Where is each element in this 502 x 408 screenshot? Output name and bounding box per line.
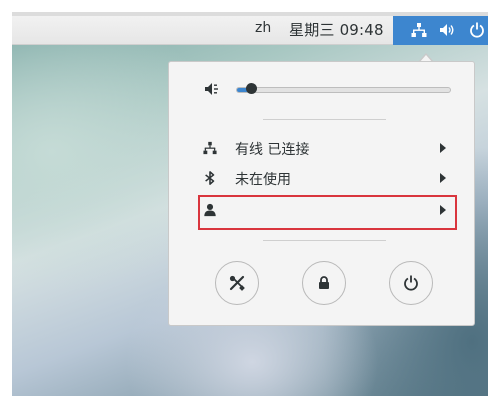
network-wired-icon bbox=[203, 141, 217, 155]
clock[interactable]: 星期三 09:48 bbox=[289, 19, 384, 40]
menu-item-label: 未在使用 bbox=[235, 172, 291, 188]
chevron-right-icon bbox=[440, 173, 446, 183]
menu-separator bbox=[263, 119, 386, 120]
lock-icon bbox=[319, 276, 329, 289]
menu-item-bluetooth[interactable]: 未在使用 bbox=[195, 164, 457, 192]
network-wired-icon bbox=[411, 23, 427, 37]
menu-item-label: 有线 已连接 bbox=[235, 142, 310, 158]
volume-slider[interactable] bbox=[236, 87, 451, 93]
chevron-right-icon bbox=[440, 143, 446, 153]
power-icon bbox=[404, 275, 418, 291]
annotation-highlight bbox=[198, 195, 457, 230]
settings-tools-icon bbox=[229, 275, 245, 291]
speaker-muted-icon[interactable] bbox=[204, 81, 220, 97]
menu-separator bbox=[263, 240, 386, 241]
volume-slider-handle[interactable] bbox=[246, 83, 257, 94]
system-status-area[interactable] bbox=[393, 16, 488, 45]
top-bar: zh 星期三 09:48 bbox=[12, 12, 488, 45]
power-off-button[interactable] bbox=[389, 261, 433, 305]
settings-button[interactable] bbox=[215, 261, 259, 305]
menu-item-wired-network[interactable]: 有线 已连接 bbox=[195, 134, 457, 162]
input-language-indicator[interactable]: zh bbox=[255, 20, 271, 36]
speaker-volume-icon bbox=[440, 24, 454, 36]
system-menu: 有线 已连接 未在使用 bbox=[168, 61, 475, 326]
bluetooth-icon bbox=[205, 171, 215, 185]
power-icon bbox=[470, 22, 484, 38]
lock-button[interactable] bbox=[302, 261, 346, 305]
